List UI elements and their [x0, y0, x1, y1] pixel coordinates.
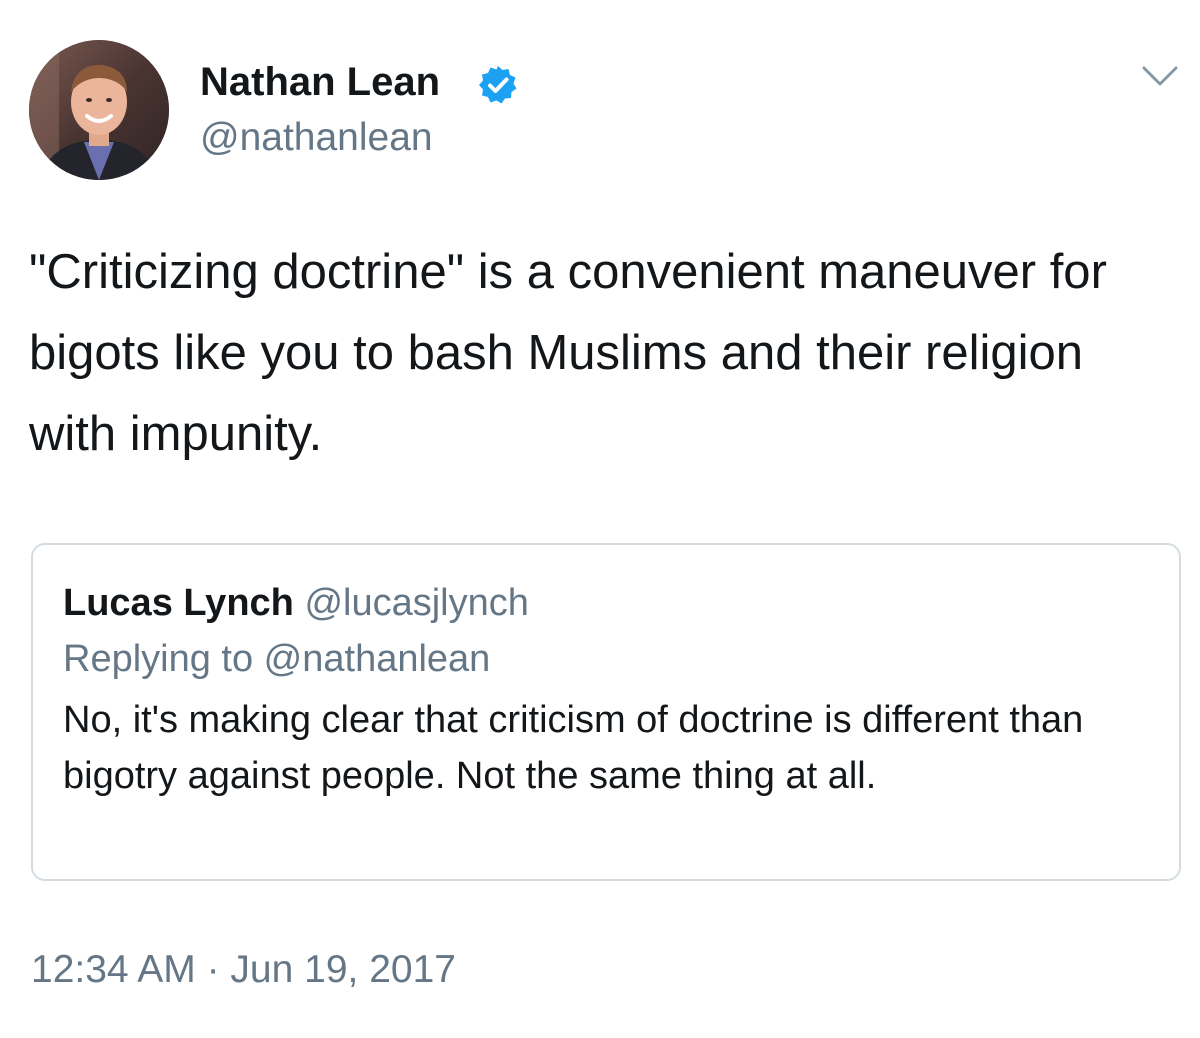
quoted-tweet-text: No, it's making clear that criticism of …: [63, 699, 1084, 797]
tweet-text: "Criticizing doctrine" is a convenient m…: [29, 245, 1107, 461]
quoted-tweet-header: Lucas Lynch @lucasjlynch: [63, 581, 529, 625]
quoted-author-name: Lucas Lynch: [63, 582, 294, 624]
tweet: Nathan Lean @nathanlean "Criticizing doc…: [0, 0, 1200, 1038]
verified-badge-icon: [477, 64, 519, 106]
quoted-tweet-card[interactable]: Lucas Lynch @lucasjlynch Replying to @na…: [31, 543, 1181, 881]
author-name[interactable]: Nathan Lean: [200, 58, 440, 106]
author-handle[interactable]: @nathanlean: [200, 114, 433, 162]
profile-photo: [29, 40, 169, 180]
tweet-timestamp[interactable]: 12:34 AM · Jun 19, 2017: [31, 946, 456, 994]
chevron-down-icon[interactable]: [1140, 60, 1180, 92]
quoted-author-handle: @lucasjlynch: [304, 582, 529, 624]
quoted-replying-to: Replying to @nathanlean: [63, 638, 491, 680]
avatar[interactable]: [29, 40, 169, 180]
